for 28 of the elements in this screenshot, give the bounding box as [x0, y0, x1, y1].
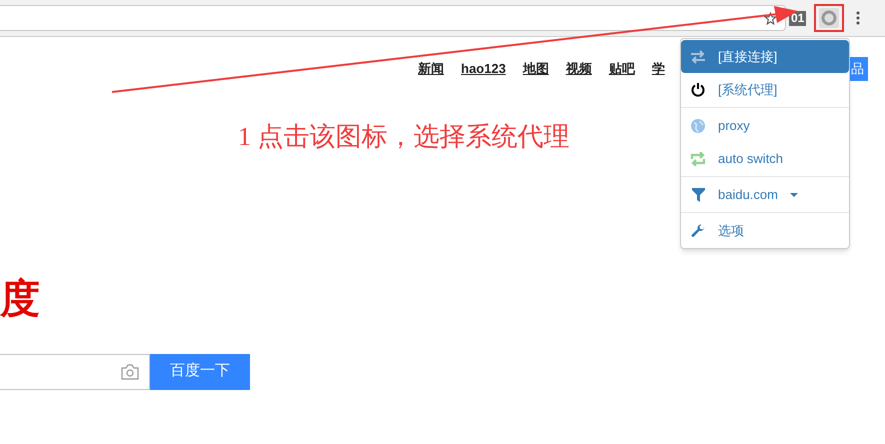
menu-item[interactable]: auto switch: [681, 142, 849, 175]
star-icon[interactable]: [764, 12, 777, 24]
filter-icon: [692, 188, 704, 202]
extension-button[interactable]: [814, 4, 844, 32]
globe-icon: [691, 118, 705, 132]
menu-item[interactable]: 选项: [681, 214, 849, 247]
circle-icon: [819, 8, 840, 28]
address-bar[interactable]: [0, 5, 786, 31]
nav-link[interactable]: 地图: [522, 59, 549, 78]
power-icon: [691, 82, 705, 97]
camera-icon[interactable]: [121, 364, 139, 380]
caret-icon: [790, 192, 798, 196]
search-field[interactable]: [0, 354, 150, 390]
search-button[interactable]: 百度一下: [150, 354, 250, 390]
menu-item[interactable]: [系统代理]: [681, 73, 849, 106]
nav-link[interactable]: 视频: [566, 59, 592, 78]
nav-link[interactable]: 学: [652, 59, 665, 78]
wrench-icon: [691, 224, 705, 238]
nav-link[interactable]: hao123: [461, 59, 506, 78]
swap-arrows-icon: [690, 50, 706, 64]
menu-item[interactable]: baidu.com: [681, 178, 849, 211]
nav-link[interactable]: 新闻: [418, 59, 444, 78]
more-menu-icon[interactable]: [856, 11, 860, 25]
menu-item[interactable]: proxy: [681, 109, 849, 142]
menu-item[interactable]: [直接连接]: [681, 40, 849, 73]
repeat-arrows-icon: [690, 152, 706, 166]
nav-link[interactable]: 贴吧: [608, 59, 635, 78]
annotation-text: 1 点击该图标，选择系统代理: [238, 122, 570, 152]
